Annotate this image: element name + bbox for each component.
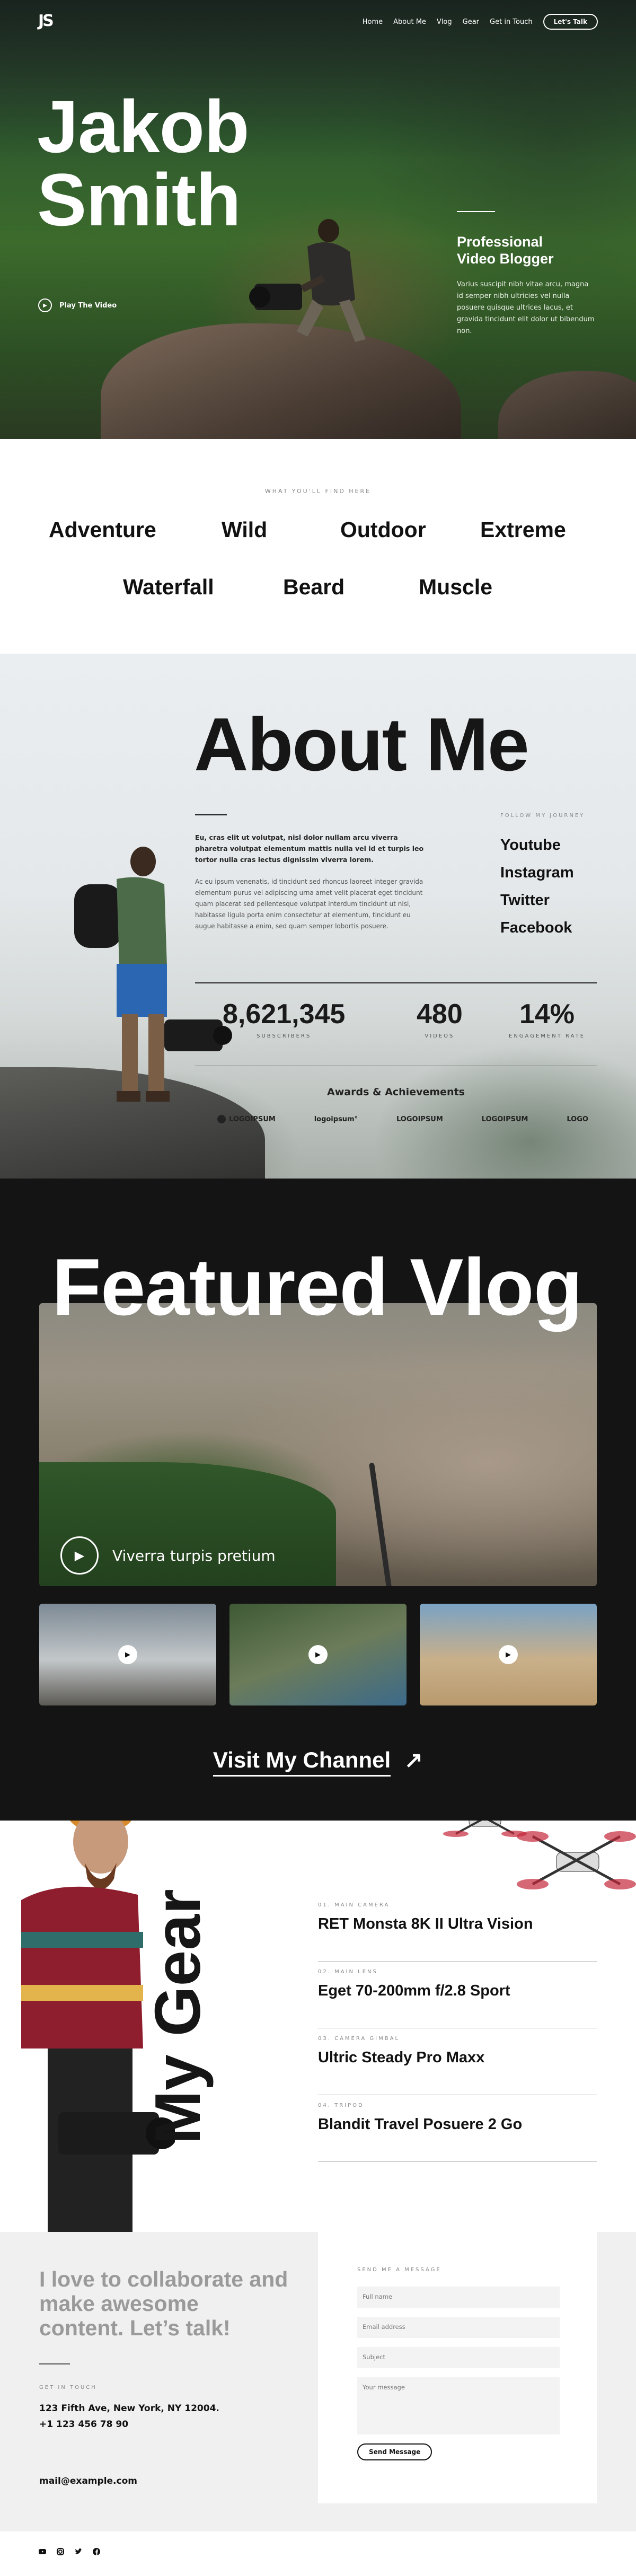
about-section: About Me Eu, cras elit ut volutpat, nisl… — [0, 654, 636, 1179]
nav-get-in-touch[interactable]: Get in Touch — [490, 18, 533, 26]
award-logo: LOGOIPSUM — [396, 1115, 443, 1123]
award-logo: LOGOIPSUM — [481, 1115, 528, 1123]
nav-about[interactable]: About Me — [393, 18, 426, 26]
get-in-touch-label: GET IN TOUCH — [39, 2385, 97, 2390]
featured-vlog-section: Featured Vlog ▶ Viverra turpis pretium ▶… — [0, 1179, 636, 1821]
award-logo: logoipsum° — [314, 1115, 358, 1123]
divider — [195, 814, 227, 815]
featured-vlog-title: Featured Vlog — [52, 1242, 582, 1332]
play-icon[interactable]: ▶ — [499, 1645, 518, 1664]
award-logos: LOGOIPSUM logoipsum° LOGOIPSUM LOGOIPSUM… — [217, 1115, 588, 1123]
contact-heading: I love to collaborate and make awesome c… — [39, 2267, 288, 2340]
social-link-facebook[interactable]: Facebook — [500, 914, 585, 942]
hero-title-first: Jakob — [37, 85, 250, 168]
external-link-icon: ↗ — [404, 1747, 423, 1772]
hero-intro: Professional Video Blogger Varius suscip… — [457, 211, 595, 337]
twitter-icon[interactable] — [74, 2547, 83, 2556]
videographer-photo — [249, 219, 366, 342]
hero-title-last: Smith — [37, 158, 241, 241]
follow-label: FOLLOW MY JOURNEY — [500, 813, 585, 819]
topic-tag: Muscle — [419, 575, 492, 599]
divider — [195, 982, 597, 983]
topic-tag: Adventure — [49, 517, 156, 542]
stat-videos: 480 VIDEOS — [417, 999, 463, 1039]
phone[interactable]: +1 123 456 78 90 — [39, 2416, 219, 2432]
footer — [0, 2531, 636, 2576]
awards-title: Awards & Achievements — [327, 1086, 465, 1098]
topics-eyebrow: WHAT YOU'LL FIND HERE — [264, 488, 372, 495]
social-link-instagram[interactable]: Instagram — [500, 859, 585, 886]
lets-talk-button[interactable]: Let's Talk — [543, 14, 598, 30]
facebook-icon[interactable] — [92, 2547, 101, 2556]
topic-tag: Waterfall — [123, 575, 214, 599]
email-link[interactable]: mail@example.com — [39, 2476, 137, 2486]
play-icon[interactable]: ▶ — [308, 1645, 328, 1664]
form-title: SEND ME A MESSAGE — [357, 2267, 441, 2273]
contact-section: I love to collaborate and make awesome c… — [0, 2232, 636, 2531]
subject-field[interactable]: Subject — [357, 2347, 560, 2368]
play-icon: ▶ — [38, 298, 52, 312]
main-nav: Home About Me Vlog Gear Get in Touch Let… — [363, 14, 598, 30]
video-thumbnail[interactable]: ▶ — [420, 1604, 597, 1705]
divider — [39, 2363, 70, 2364]
visit-channel-link[interactable]: Visit My Channel ↗ — [0, 1747, 636, 1777]
rock — [498, 371, 636, 439]
email-field[interactable]: Email address — [357, 2317, 560, 2338]
play-icon[interactable]: ▶ — [118, 1645, 137, 1664]
message-field[interactable]: Your message — [357, 2377, 560, 2434]
gear-item: 01. MAIN CAMERA RET Monsta 8K II Ultra V… — [318, 1895, 597, 1962]
play-video-label: Play The Video — [59, 301, 117, 310]
visit-channel-label: Visit My Channel — [213, 1747, 391, 1777]
award-logo: LOGOIPSUM — [217, 1115, 276, 1123]
topic-tag: Beard — [283, 575, 345, 599]
divider — [457, 211, 495, 212]
stat-engagement: 14% ENGAGEMENT RATE — [509, 999, 586, 1039]
about-title: About Me — [194, 702, 529, 787]
nav-gear[interactable]: Gear — [463, 18, 479, 26]
gear-section: My Gear 01. MAIN CAMERA RET Monsta 8K II… — [0, 1821, 636, 2232]
video-thumbnail[interactable]: ▶ — [229, 1604, 407, 1705]
gear-item: 03. CAMERA GIMBAL Ultric Steady Pro Maxx — [318, 2028, 597, 2095]
hero-description: Varius suscipit nibh vitae arcu, magna i… — [457, 280, 595, 335]
contact-form: SEND ME A MESSAGE Full name Email addres… — [318, 2232, 597, 2503]
topic-tag: Outdoor — [340, 517, 426, 542]
social-link-twitter[interactable]: Twitter — [500, 886, 585, 914]
hero-subtitle: Professional Video Blogger — [457, 234, 554, 267]
featured-video[interactable]: ▶ Viverra turpis pretium — [39, 1303, 597, 1586]
youtube-icon[interactable] — [38, 2547, 47, 2556]
play-video-button[interactable]: ▶ Play The Video — [38, 298, 117, 312]
featured-play-button[interactable]: ▶ Viverra turpis pretium — [60, 1536, 276, 1575]
gear-list: 01. MAIN CAMERA RET Monsta 8K II Ultra V… — [318, 1895, 597, 2162]
gear-title: My Gear — [142, 1889, 214, 2144]
full-name-field[interactable]: Full name — [357, 2287, 560, 2308]
hero-section: JS Home About Me Vlog Gear Get in Touch … — [0, 0, 636, 439]
hero-title: Jakob Smith — [37, 90, 250, 237]
address: 123 Fifth Ave, New York, NY 12004. — [39, 2403, 219, 2414]
gear-item: 04. TRIPOD Blandit Travel Posuere 2 Go — [318, 2095, 597, 2162]
topic-tag: Wild — [222, 517, 268, 542]
contact-details: 123 Fifth Ave, New York, NY 12004. +1 12… — [39, 2401, 219, 2432]
stat-subscribers: 8,621,345 SUBSCRIBERS — [223, 999, 346, 1039]
site-logo[interactable]: JS — [38, 12, 54, 30]
award-logo: LOGO — [567, 1115, 588, 1123]
send-message-button[interactable]: Send Message — [357, 2443, 432, 2460]
topics-section: WHAT YOU'LL FIND HERE Adventure Wild Out… — [0, 439, 636, 654]
nav-vlog[interactable]: Vlog — [437, 18, 452, 26]
drone-image — [517, 1831, 636, 1889]
featured-video-caption: Viverra turpis pretium — [112, 1546, 276, 1564]
social-link-youtube[interactable]: Youtube — [500, 831, 585, 859]
instagram-icon[interactable] — [56, 2547, 65, 2556]
about-lead: Eu, cras elit ut volutpat, nisl dolor nu… — [195, 833, 424, 864]
video-thumbnail[interactable]: ▶ — [39, 1604, 216, 1705]
follow-links: FOLLOW MY JOURNEY Youtube Instagram Twit… — [500, 813, 585, 942]
topic-tag: Extreme — [480, 517, 566, 542]
gear-item: 02. MAIN LENS Eget 70-200mm f/2.8 Sport — [318, 1962, 597, 2028]
about-body: Ac eu ipsum venenatis, id tincidunt sed … — [195, 878, 423, 930]
footer-socials — [38, 2547, 101, 2556]
play-icon: ▶ — [60, 1536, 99, 1575]
nav-home[interactable]: Home — [363, 18, 383, 26]
